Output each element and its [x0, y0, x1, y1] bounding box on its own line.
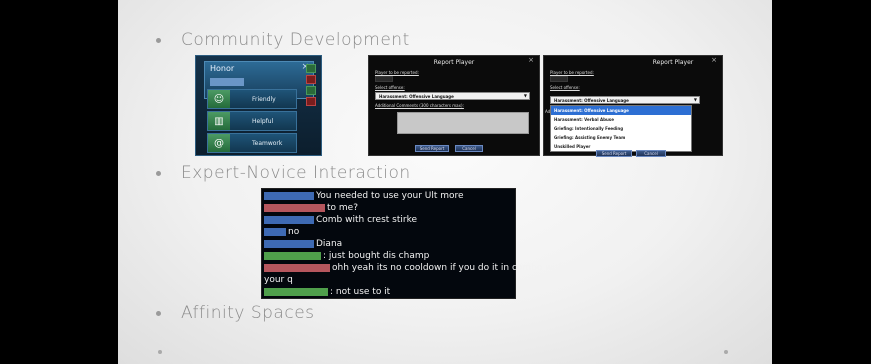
chat-line: ohh yeah its no cooldown if you do it in…: [264, 262, 564, 273]
comments-textarea[interactable]: [397, 112, 529, 134]
swirl-icon: @: [208, 134, 230, 152]
chat-message: ohh yeah its no cooldown if you do it in…: [332, 262, 565, 273]
player-label: Player to be reported:: [375, 70, 419, 75]
send-report-button[interactable]: Send Report: [596, 150, 632, 157]
close-icon[interactable]: ×: [711, 56, 717, 64]
offense-select-value: Harassment: Offensive Language: [554, 98, 629, 103]
offense-select[interactable]: Harassment: Offensive Language ▼: [550, 96, 700, 104]
honor-player-name-redacted: [210, 78, 244, 86]
side-action-button[interactable]: [306, 86, 316, 95]
decorative-dot: [724, 350, 728, 354]
dropdown-option[interactable]: Harassment: Verbal Abuse: [551, 115, 691, 124]
bullet-dot: [156, 170, 161, 176]
chat-message: your q: [264, 274, 293, 285]
player-label: Player to be reported:: [550, 70, 594, 75]
decorative-dot: [158, 350, 162, 354]
chat-message: : not use to it: [330, 286, 391, 297]
chat-line: your q: [264, 274, 293, 285]
chat-message: You needed to use your Ult more: [316, 190, 464, 201]
presentation-slide: Community Development Honor × ☺ Friendly…: [118, 0, 772, 364]
redacted-player-name: [264, 263, 330, 272]
offense-label: Select offense:: [550, 85, 580, 90]
chat-line: You needed to use your Ult more: [264, 190, 464, 201]
bullet-dot: [156, 310, 161, 316]
honor-option-helpful[interactable]: ▥ Helpful: [207, 111, 297, 131]
chat-message: : just bought dis champ: [323, 250, 430, 261]
dropdown-option[interactable]: Griefing: Assisting Enemy Team: [551, 133, 691, 142]
offense-select-value: Harassment: Offensive Language: [379, 94, 454, 99]
chat-line: no: [264, 226, 299, 237]
honor-option-label: Teamwork: [252, 139, 283, 147]
chat-log: You needed to use your Ult more to me? C…: [261, 188, 564, 299]
dropdown-option[interactable]: Harassment: Offensive Language: [551, 106, 691, 115]
chat-message: to me?: [327, 202, 358, 213]
honor-option-label: Friendly: [252, 95, 276, 103]
honor-option-friendly[interactable]: ☺ Friendly: [207, 89, 297, 109]
bullet-expert-novice-interaction: Expert-Novice Interaction: [156, 163, 411, 183]
side-action-button[interactable]: [306, 64, 316, 73]
redacted-player-name: [264, 287, 328, 296]
bullet-text: Affinity Spaces: [181, 303, 315, 323]
redacted-player-name: [264, 239, 314, 248]
player-name-field: [550, 76, 568, 82]
offense-dropdown-list: Harassment: Offensive Language Harassmen…: [550, 105, 692, 152]
redacted-player-name: [264, 203, 325, 212]
chat-message: Diana: [316, 238, 343, 249]
redacted-player-name: [264, 191, 314, 200]
open-book-icon: ▥: [208, 112, 230, 130]
bullet-affinity-spaces: Affinity Spaces: [156, 303, 315, 323]
redacted-player-name: [264, 251, 321, 260]
chat-message: no: [288, 226, 300, 237]
side-action-button[interactable]: [306, 75, 316, 84]
chat-line: : not use to it: [264, 286, 390, 297]
honor-option-label: Helpful: [252, 117, 274, 125]
close-icon[interactable]: ×: [528, 56, 534, 64]
cancel-button[interactable]: Cancel: [455, 145, 483, 152]
bullet-text: Expert-Novice Interaction: [181, 163, 411, 183]
bullet-community-development: Community Development: [156, 30, 410, 50]
dialog-title: Report Player: [652, 59, 694, 66]
redacted-player-name: [264, 227, 286, 236]
chevron-down-icon: ▼: [693, 97, 697, 102]
send-report-button[interactable]: Send Report: [415, 145, 449, 152]
cancel-button[interactable]: Cancel: [636, 150, 666, 157]
chat-message: Comb with crest stirke: [316, 214, 417, 225]
chat-line: to me?: [264, 202, 358, 213]
bullet-dot: [156, 37, 161, 43]
honor-option-teamwork[interactable]: @ Teamwork: [207, 133, 297, 153]
report-player-dialog: Report Player × Player to be reported: S…: [368, 55, 540, 156]
comments-label: Additional Comments (300 characters max)…: [375, 103, 464, 108]
happy-face-icon: ☺: [208, 90, 230, 108]
honor-side-buttons: [306, 64, 318, 108]
offense-select[interactable]: Harassment: Offensive Language ▼: [375, 92, 530, 100]
chat-line: Comb with crest stirke: [264, 214, 417, 225]
bullet-text: Community Development: [181, 30, 410, 50]
chat-line: : just bought dis champ: [264, 250, 429, 261]
honor-title: Honor: [210, 64, 235, 73]
chat-line: Diana: [264, 238, 342, 249]
dropdown-option[interactable]: Griefing: Intentionally Feeding: [551, 124, 691, 133]
side-action-button[interactable]: [306, 97, 316, 106]
report-player-dialog-open: Report Player × Player to be reported: S…: [543, 55, 723, 157]
dialog-title: Report Player: [433, 59, 475, 66]
redacted-player-name: [264, 215, 314, 224]
offense-label: Select offense:: [375, 85, 405, 90]
player-name-field: [375, 76, 393, 82]
chevron-down-icon: ▼: [523, 93, 527, 98]
